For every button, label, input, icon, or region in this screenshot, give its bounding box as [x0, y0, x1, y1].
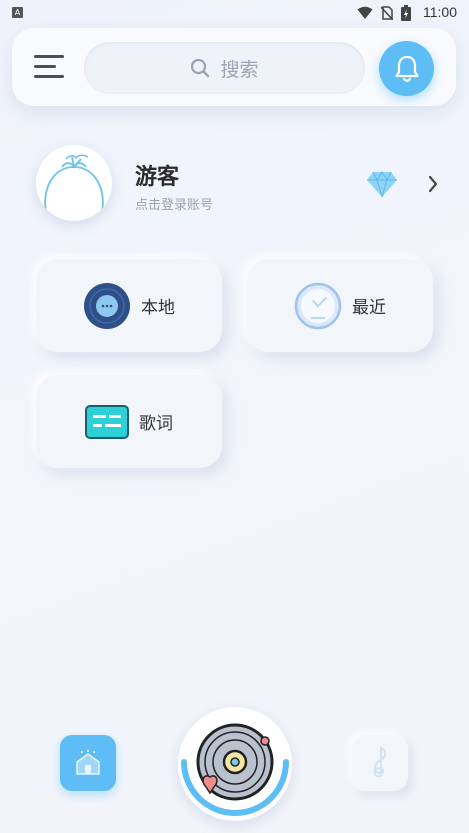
local-label: 本地 — [141, 298, 175, 318]
lyrics-card[interactable]: 歌词 — [36, 375, 222, 468]
music-nav-button[interactable] — [352, 735, 408, 791]
search-placeholder: 搜索 — [220, 58, 259, 81]
search-input[interactable]: 搜索 — [84, 42, 365, 94]
clock-icon — [294, 282, 342, 329]
username: 游客 — [135, 165, 180, 190]
vinyl-icon — [84, 282, 130, 329]
notification-button[interactable] — [379, 41, 434, 96]
battery-charging-icon — [401, 5, 411, 21]
avatar[interactable] — [36, 145, 112, 221]
login-link[interactable]: 点击登录账号 — [135, 194, 213, 213]
wifi-icon — [357, 6, 373, 19]
no-sim-icon — [381, 6, 393, 20]
top-bar: 搜索 — [12, 28, 456, 106]
chevron-right-icon[interactable] — [427, 174, 439, 194]
menu-icon-line — [34, 65, 56, 68]
recent-label: 最近 — [352, 298, 386, 318]
status-time: 11:00 — [423, 4, 457, 20]
avatar-fruit-icon — [44, 154, 104, 212]
lyrics-label: 歌词 — [139, 414, 173, 434]
menu-icon — [34, 55, 64, 58]
local-music-card[interactable]: 本地 — [36, 259, 222, 352]
menu-button[interactable] — [34, 54, 64, 80]
home-icon — [76, 750, 100, 775]
player-button[interactable] — [178, 707, 292, 821]
record-icon — [181, 723, 289, 816]
home-nav-button[interactable] — [60, 735, 116, 791]
status-bar: A 11:00 — [0, 0, 469, 26]
menu-icon-line — [34, 75, 64, 78]
lyrics-icon — [85, 404, 129, 439]
diamond-icon[interactable] — [366, 170, 398, 198]
search-icon — [191, 58, 210, 78]
recent-card[interactable]: 最近 — [247, 259, 433, 352]
notification-a-icon: A — [12, 7, 23, 18]
bell-icon — [394, 55, 419, 82]
profile-row: 游客 点击登录账号 — [36, 145, 456, 225]
music-note-icon — [373, 746, 387, 778]
